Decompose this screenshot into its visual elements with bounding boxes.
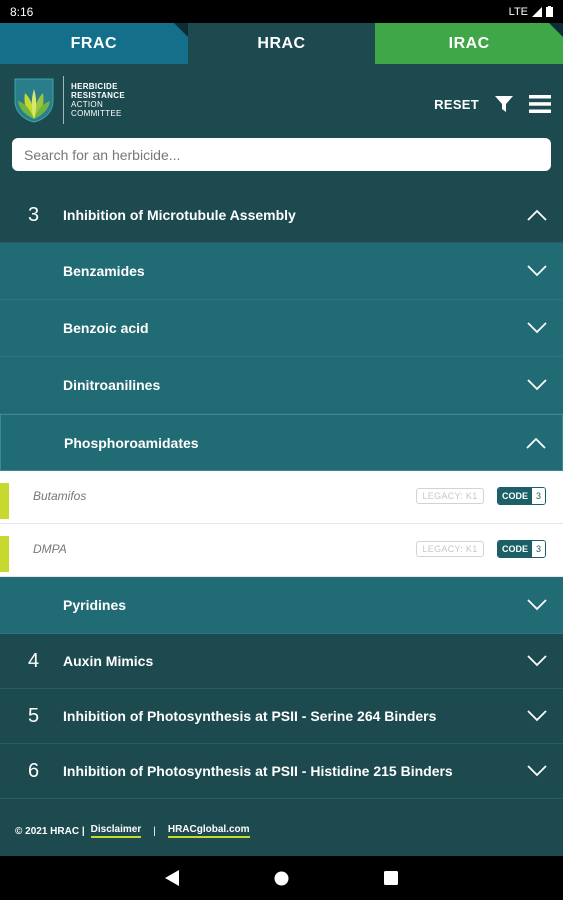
filter-icon: [495, 95, 513, 112]
group-row-3[interactable]: 3 Inhibition of Microtubule Assembly: [0, 188, 563, 243]
subgroup-label: Pyridines: [63, 597, 127, 613]
chevron-down-icon: [527, 265, 547, 277]
group-label: Inhibition of Microtubule Assembly: [63, 207, 296, 223]
tab-hrac-label: HRAC: [257, 34, 306, 52]
group-label: Auxin Mimics: [63, 653, 154, 669]
header-actions: RESET: [434, 94, 551, 114]
code-value: 3: [532, 541, 546, 557]
hrac-site-link[interactable]: HRACglobal.com: [167, 824, 250, 838]
herbicide-name: DMPA: [33, 542, 67, 556]
chevron-down-icon: [527, 322, 547, 334]
status-time: 8:16: [10, 4, 34, 19]
recents-icon[interactable]: [384, 871, 398, 885]
tab-irac-label: IRAC: [448, 34, 490, 52]
signal-icon: [532, 6, 542, 17]
reset-button[interactable]: RESET: [434, 97, 479, 112]
chevron-down-icon: [527, 710, 547, 722]
tab-irac[interactable]: IRAC: [375, 23, 563, 64]
hamburger-icon: [529, 95, 551, 113]
filter-button[interactable]: [493, 94, 515, 114]
subgroup-label: Benzoic acid: [63, 320, 149, 336]
logo-line: ACTION: [71, 100, 104, 109]
app-header: HERBICIDE RESISTANCE ACTION COMMITTEE RE…: [0, 64, 563, 188]
legacy-badge: LEGACY: K1: [416, 488, 484, 504]
accent-bar: [0, 483, 9, 519]
chevron-down-icon: [527, 599, 547, 611]
group-row-6[interactable]: 6 Inhibition of Photosynthesis at PSII -…: [0, 744, 563, 799]
status-icons: LTE: [509, 6, 553, 18]
battery-icon: [546, 6, 553, 17]
chevron-up-icon: [526, 437, 546, 449]
footer-separator: |: [153, 825, 156, 837]
menu-button[interactable]: [529, 94, 551, 114]
network-label: LTE: [508, 5, 528, 18]
tab-corner: [173, 23, 188, 37]
back-icon[interactable]: [165, 870, 179, 886]
code-value: 3: [532, 488, 546, 504]
herbicide-row-dmpa[interactable]: DMPA LEGACY: K1 CODE 3: [0, 524, 563, 577]
disclaimer-link[interactable]: Disclaimer: [90, 824, 142, 838]
tab-frac-label: FRAC: [70, 34, 118, 52]
group-number: 5: [28, 704, 40, 727]
logo-line: RESISTANCE: [71, 91, 125, 100]
subgroup-label: Benzamides: [63, 263, 145, 279]
logo-line: COMMITTEE: [71, 109, 122, 118]
group-label: Inhibition of Photosynthesis at PSII - H…: [63, 763, 453, 779]
subgroup-label: Phosphoroamidates: [64, 434, 199, 451]
group-row-4[interactable]: 4 Auxin Mimics: [0, 634, 563, 689]
subgroup-row-benzamides[interactable]: Benzamides: [0, 243, 563, 300]
accent-bar: [0, 536, 9, 572]
code-label: CODE: [498, 488, 533, 504]
subgroup-row-phosphoroamidates[interactable]: Phosphoroamidates: [0, 414, 563, 471]
tab-hrac[interactable]: HRAC: [187, 23, 376, 64]
group-number: 4: [28, 649, 40, 672]
group-number: 3: [28, 203, 40, 226]
subgroup-row-pyridines[interactable]: Pyridines: [0, 577, 563, 634]
chevron-down-icon: [527, 655, 547, 667]
committee-tabs: FRAC HRAC IRAC: [0, 23, 563, 64]
group-label: Inhibition of Photosynthesis at PSII - S…: [63, 708, 437, 724]
home-icon[interactable]: [274, 871, 289, 886]
code-badge: CODE 3: [497, 540, 547, 558]
copyright-text: © 2021 HRAC |: [15, 825, 85, 837]
logo-divider: [63, 76, 64, 124]
leaf-shield-icon: [14, 78, 54, 123]
subgroup-row-benzoic-acid[interactable]: Benzoic acid: [0, 300, 563, 357]
legacy-badge: LEGACY: K1: [416, 541, 484, 557]
system-nav-bar: [0, 856, 563, 900]
moa-list: 3 Inhibition of Microtubule Assembly Ben…: [0, 188, 563, 799]
group-row-5[interactable]: 5 Inhibition of Photosynthesis at PSII -…: [0, 689, 563, 744]
hrac-logo: HERBICIDE RESISTANCE ACTION COMMITTEE: [13, 76, 125, 124]
logo-line: HERBICIDE: [71, 82, 118, 91]
logo-wordmark: HERBICIDE RESISTANCE ACTION COMMITTEE: [71, 82, 125, 118]
group-number: 6: [28, 759, 40, 782]
chevron-down-icon: [527, 765, 547, 777]
code-badge: CODE 3: [497, 487, 547, 505]
herbicide-search-input[interactable]: [12, 138, 551, 171]
subgroup-row-dinitroanilines[interactable]: Dinitroanilines: [0, 357, 563, 414]
chevron-up-icon: [527, 209, 547, 221]
herbicide-name: Butamifos: [33, 489, 87, 503]
tab-corner: [549, 23, 563, 37]
tab-frac[interactable]: FRAC: [0, 23, 188, 64]
status-bar: 8:16 LTE: [0, 0, 563, 23]
chevron-down-icon: [527, 379, 547, 391]
code-label: CODE: [498, 541, 533, 557]
footer: © 2021 HRAC | Disclaimer | HRACglobal.co…: [0, 806, 563, 856]
herbicide-row-butamifos[interactable]: Butamifos LEGACY: K1 CODE 3: [0, 471, 563, 524]
subgroup-label: Dinitroanilines: [63, 377, 161, 393]
